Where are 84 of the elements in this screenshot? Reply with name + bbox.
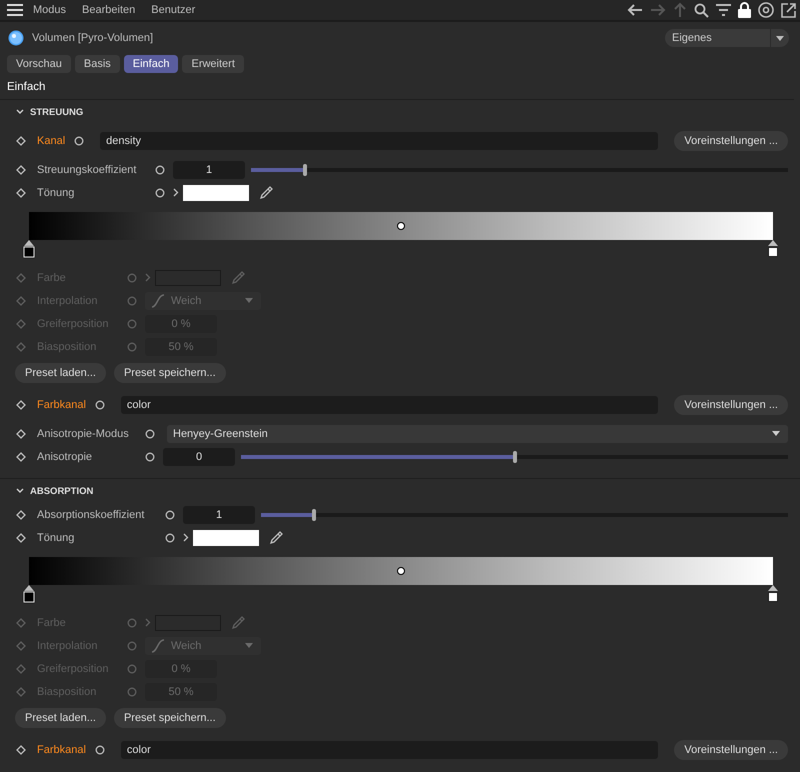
channel-field[interactable]: color: [120, 396, 658, 414]
filter-icon[interactable]: [716, 4, 731, 16]
mode-dropdown[interactable]: Henyey-Greenstein: [167, 424, 788, 442]
animation-circle-icon[interactable]: [94, 400, 105, 410]
animation-circle-icon[interactable]: [165, 510, 175, 520]
keyframe-diamond-icon[interactable]: [16, 400, 26, 410]
gradient-bar[interactable]: [29, 557, 773, 585]
channel-field[interactable]: color: [120, 741, 658, 759]
presets-button[interactable]: Voreinstellungen ...: [674, 740, 788, 760]
caret-icon: [245, 298, 253, 303]
caret-icon: [245, 643, 253, 648]
caret-icon: [772, 431, 780, 436]
section-title[interactable]: STREUUNG: [30, 106, 84, 118]
animation-circle-icon[interactable]: [145, 428, 155, 438]
external-link-icon[interactable]: [781, 2, 796, 18]
page-title: Einfach: [0, 73, 794, 100]
section-title[interactable]: ABSORPTION: [30, 486, 94, 496]
parameter-label: Farbkanal: [37, 399, 86, 411]
keyframe-diamond-icon[interactable]: [16, 745, 26, 755]
parameter-label: Tönung: [37, 532, 76, 544]
keyframe-diamond-icon[interactable]: [16, 452, 26, 462]
gradient-knob[interactable]: [767, 240, 779, 258]
number-field[interactable]: 1: [183, 506, 255, 524]
preset-button[interactable]: Preset laden...: [15, 363, 106, 383]
menu-item[interactable]: Benutzer: [151, 4, 196, 16]
parameter-label: Anisotropie-Modus: [37, 428, 130, 440]
target-icon[interactable]: [758, 2, 774, 18]
search-icon[interactable]: [694, 2, 709, 18]
menu-item[interactable]: Bearbeiten: [82, 4, 136, 16]
keyframe-diamond-icon[interactable]: [16, 532, 26, 542]
back-arrow-icon[interactable]: [627, 3, 643, 17]
keyframe-diamond-icon[interactable]: [16, 510, 26, 520]
animation-circle-icon[interactable]: [94, 745, 105, 755]
caret-icon: [776, 36, 784, 40]
parameter-label: Tönung: [37, 186, 76, 198]
presets-button[interactable]: Voreinstellungen ...: [674, 131, 788, 151]
midpoint-handle[interactable]: [397, 222, 405, 230]
animation-circle-icon[interactable]: [155, 164, 165, 174]
keyframe-diamond-icon[interactable]: [16, 188, 26, 198]
eyedropper-icon[interactable]: [259, 186, 273, 200]
menu-item[interactable]: Modus: [33, 4, 66, 16]
tab[interactable]: Basis: [74, 55, 120, 73]
keyframe-diamond-icon[interactable]: [16, 136, 26, 146]
tab[interactable]: Vorschau: [7, 55, 71, 73]
preset-button[interactable]: Preset speichern...: [114, 363, 226, 383]
animation-circle-icon[interactable]: [74, 136, 84, 146]
sphere-icon: [8, 30, 24, 46]
parameter-label: Streuungskoeffizient: [37, 164, 138, 176]
slider-thumb[interactable]: [312, 508, 316, 520]
menu-icon[interactable]: [7, 4, 23, 16]
chevron-icon[interactable]: [16, 109, 24, 115]
number-field[interactable]: 0: [163, 448, 235, 466]
gradient-bar[interactable]: [29, 212, 773, 240]
channel-field[interactable]: density: [100, 132, 658, 150]
midpoint-handle[interactable]: [397, 567, 405, 575]
presets-button[interactable]: Voreinstellungen ...: [674, 395, 788, 415]
preset-button[interactable]: Preset speichern...: [114, 708, 226, 728]
animation-circle-icon[interactable]: [145, 452, 155, 462]
tab[interactable]: Erweitert: [182, 55, 244, 73]
color-swatch[interactable]: [183, 184, 249, 200]
object-title: Volumen [Pyro-Volumen]: [32, 32, 154, 44]
tab[interactable]: Einfach: [124, 55, 178, 73]
slider-thumb[interactable]: [302, 164, 307, 176]
animation-circle-icon[interactable]: [165, 532, 175, 542]
parameter-label: Kanal: [37, 135, 66, 147]
preset-button[interactable]: Preset laden...: [15, 708, 106, 728]
parameter-label: Anisotropie: [37, 450, 94, 462]
color-swatch[interactable]: [193, 530, 259, 546]
parameter-label: Farbkanal: [37, 744, 86, 756]
chevron-icon[interactable]: [16, 488, 24, 494]
preset-dropdown[interactable]: Eigenes: [665, 29, 789, 47]
eyedropper-icon[interactable]: [269, 530, 283, 544]
slider-thumb[interactable]: [512, 450, 516, 462]
gradient-knob[interactable]: [767, 585, 779, 603]
number-field[interactable]: 1: [173, 160, 245, 178]
keyframe-diamond-icon[interactable]: [16, 428, 26, 438]
curve-icon: [151, 638, 165, 652]
keyframe-diamond-icon[interactable]: [16, 164, 26, 174]
gradient-knob[interactable]: [23, 585, 35, 603]
parameter-label: Absorptionskoeffizient: [37, 508, 146, 520]
curve-icon: [151, 294, 165, 308]
gradient-knob[interactable]: [23, 240, 35, 258]
animation-circle-icon[interactable]: [155, 188, 165, 198]
lock-icon[interactable]: [738, 2, 751, 18]
